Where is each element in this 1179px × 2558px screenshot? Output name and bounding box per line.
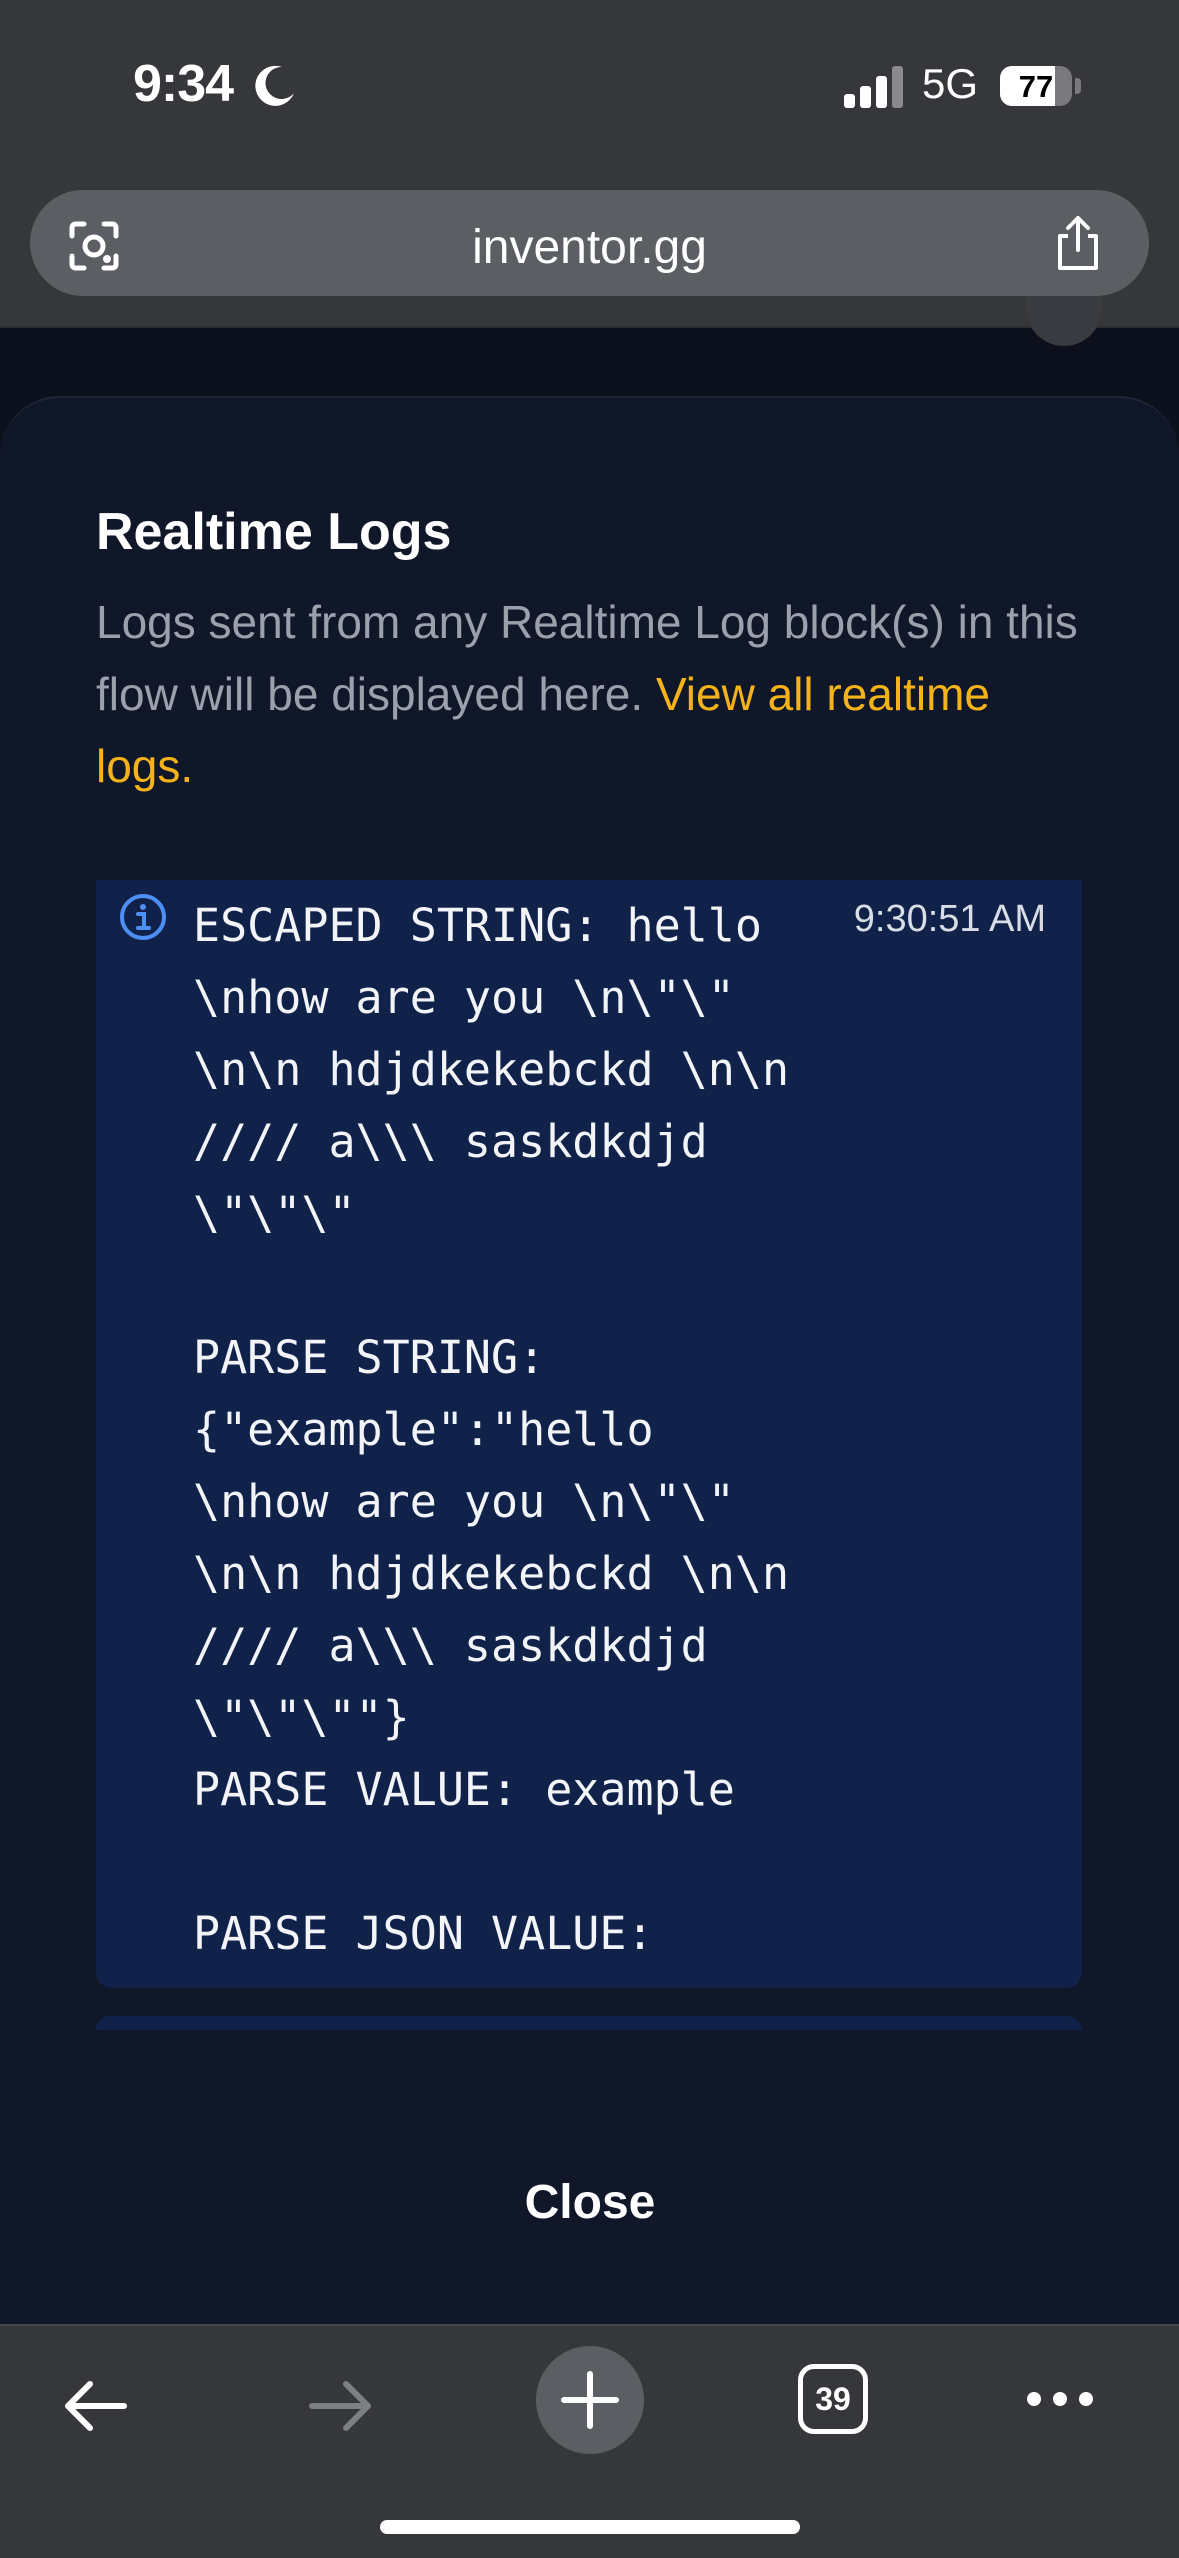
log-message: ESCAPED STRING: hello \nhow are you \n\"… [193, 899, 790, 1960]
browser-address-area: inventor.gg [0, 180, 1179, 328]
log-entry: 9:30:51 AM ESCAPED STRING: hello \nhow a… [96, 880, 1082, 1988]
close-button[interactable]: Close [430, 2158, 750, 2248]
address-bar[interactable]: inventor.gg [30, 190, 1149, 296]
forward-arrow-icon[interactable] [300, 2366, 380, 2446]
modal-title: Realtime Logs [96, 503, 452, 561]
home-indicator [380, 2520, 800, 2534]
battery-icon: 77 [1000, 66, 1072, 106]
battery-percent: 77 [1018, 69, 1054, 104]
back-arrow-icon[interactable] [56, 2366, 136, 2446]
signal-icon [844, 66, 906, 108]
tabs-button[interactable]: 39 [798, 2364, 868, 2434]
status-bar: 9:34 5G 77 [0, 0, 1179, 180]
network-type: 5G [922, 60, 979, 107]
plus-icon [561, 2371, 619, 2429]
status-time: 9:34 [133, 55, 234, 113]
info-icon [120, 894, 166, 940]
moon-icon [255, 65, 294, 106]
realtime-logs-modal: Realtime Logs Logs sent from any Realtim… [0, 396, 1179, 2328]
log-timestamp: 9:30:51 AM [853, 898, 1046, 940]
more-icon[interactable] [1024, 2384, 1096, 2414]
new-tab-button[interactable] [536, 2346, 644, 2454]
share-icon[interactable] [1050, 214, 1106, 274]
modal-description: Logs sent from any Realtime Log block(s)… [96, 586, 1086, 802]
log-entry-next [96, 2016, 1082, 2030]
battery-tip [1075, 78, 1081, 94]
url-text[interactable]: inventor.gg [30, 220, 1149, 275]
